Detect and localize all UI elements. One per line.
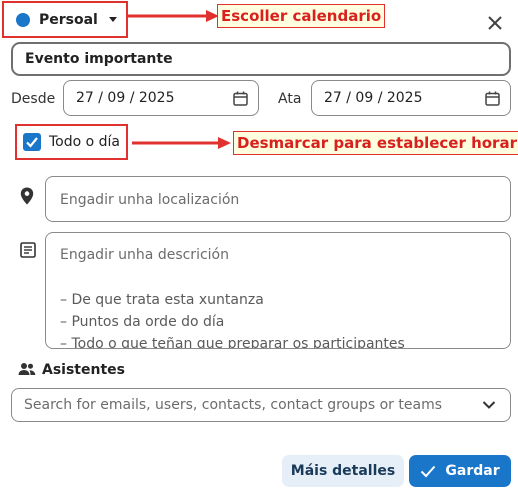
calendar-selector[interactable]: Persoal xyxy=(2,1,128,38)
more-details-button[interactable]: Máis detalles xyxy=(282,455,404,487)
save-button[interactable]: Gardar xyxy=(409,455,511,487)
caret-down-icon xyxy=(108,17,117,22)
from-date-field[interactable]: 27 / 09 / 2025 xyxy=(63,80,259,116)
people-icon xyxy=(18,363,36,375)
checkbox-checked-icon xyxy=(23,133,41,151)
annotation-choose-calendar: Escoller calendario xyxy=(217,4,386,28)
location-placeholder: Engadir unha localización xyxy=(60,192,240,208)
annotation-arrow-all-day xyxy=(132,137,231,149)
description-textarea[interactable]: Engadir unha descrición – De que trata e… xyxy=(45,232,511,349)
to-label: Ata xyxy=(278,91,302,107)
description-icon xyxy=(20,242,36,258)
annotation-uncheck-for-time: Desmarcar para establecer horario xyxy=(233,131,518,155)
location-input[interactable]: Engadir unha localización xyxy=(45,176,511,222)
attendees-title: Asistentes xyxy=(42,362,125,378)
attendees-placeholder: Search for emails, users, contacts, cont… xyxy=(24,397,442,413)
check-icon xyxy=(421,465,436,477)
attendees-search-input[interactable]: Search for emails, users, contacts, cont… xyxy=(11,388,511,422)
description-placeholder: Engadir unha descrición xyxy=(60,247,229,263)
from-label: Desde xyxy=(11,91,56,107)
description-line: – De que trata esta xuntanza xyxy=(60,292,264,308)
all-day-label: Todo o día xyxy=(49,134,121,150)
calendar-icon[interactable] xyxy=(485,91,500,106)
location-pin-icon xyxy=(20,187,34,205)
calendar-color-dot xyxy=(16,12,30,27)
calendar-name: Persoal xyxy=(39,11,98,28)
event-title-input[interactable]: Evento importante xyxy=(11,42,511,76)
description-line: – Todo o que teñan que preparar os parti… xyxy=(60,336,405,349)
to-date-field[interactable]: 27 / 09 / 2025 xyxy=(311,80,511,116)
close-icon[interactable] xyxy=(486,14,504,32)
save-label: Gardar xyxy=(445,463,500,479)
description-line: – Puntos da orde do día xyxy=(60,314,225,330)
chevron-down-icon[interactable] xyxy=(482,400,496,410)
annotation-arrow-calendar xyxy=(128,10,219,22)
all-day-checkbox[interactable]: Todo o día xyxy=(15,124,128,160)
to-date-value: 27 / 09 / 2025 xyxy=(324,90,423,106)
calendar-icon[interactable] xyxy=(233,91,248,106)
from-date-value: 27 / 09 / 2025 xyxy=(76,90,175,106)
